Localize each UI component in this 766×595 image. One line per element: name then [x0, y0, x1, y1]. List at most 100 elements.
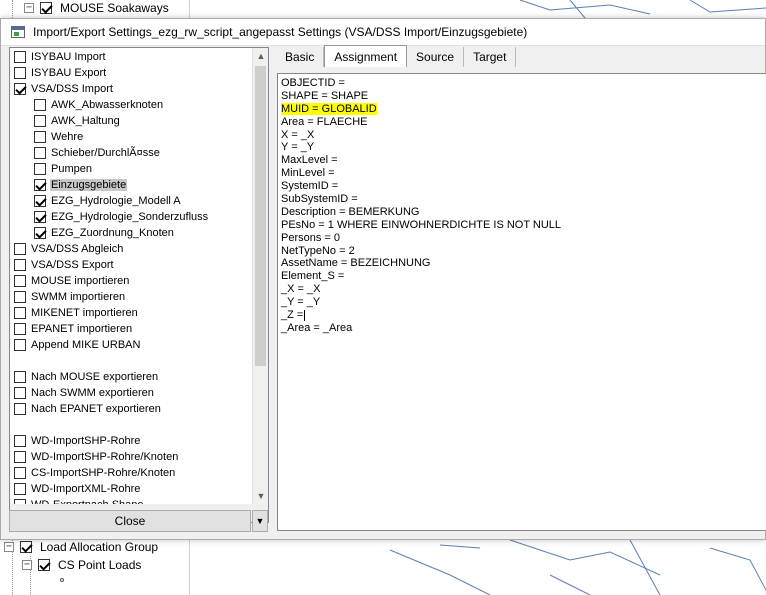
tree-item-label: Load Allocation Group: [40, 540, 159, 554]
editor-line: AssetName = BEZEICHNUNG: [281, 257, 763, 270]
list-item[interactable]: EZG_Hydrologie_Sonderzufluss: [34, 209, 209, 225]
list-item-checkbox[interactable]: [34, 227, 46, 239]
collapse-icon[interactable]: −: [24, 3, 34, 13]
list-item[interactable]: Pumpen: [34, 161, 93, 177]
list-item[interactable]: MOUSE importieren: [14, 273, 130, 289]
scroll-up-arrow-icon[interactable]: ▲: [253, 48, 268, 64]
list-item[interactable]: Nach EPANET exportieren: [14, 401, 162, 417]
list-item[interactable]: SWMM importieren: [14, 289, 126, 305]
list-item-checkbox[interactable]: [34, 115, 46, 127]
list-item[interactable]: WD-ImportSHP-Rohre/Knoten: [14, 449, 179, 465]
load-allocation-checkbox[interactable]: [20, 541, 32, 553]
editor-line-text: OBJECTID =: [281, 77, 345, 89]
list-item-label: EPANET importieren: [31, 323, 133, 335]
list-item[interactable]: VSA/DSS Export: [14, 257, 115, 273]
scrollbar-thumb[interactable]: [255, 66, 266, 366]
list-item-checkbox[interactable]: [14, 307, 26, 319]
list-item-checkbox[interactable]: [34, 147, 46, 159]
list-item-checkbox[interactable]: [14, 371, 26, 383]
list-item-checkbox[interactable]: [14, 435, 26, 447]
settings-list-items: ISYBAU Import ISYBAU Export VSA/DSS Import…: [10, 48, 254, 504]
list-item-checkbox[interactable]: [14, 51, 26, 63]
list-item[interactable]: ISYBAU Export: [14, 65, 107, 81]
scroll-down-arrow-icon[interactable]: ▼: [253, 488, 268, 504]
list-item-checkbox[interactable]: [14, 403, 26, 415]
tree-item-label: CS Point Loads: [58, 558, 142, 572]
list-item[interactable]: Append MIKE URBAN: [14, 337, 141, 353]
list-item[interactable]: Einzugsgebiete: [34, 177, 128, 193]
list-item[interactable]: EZG_Zuordnung_Knoten: [34, 225, 175, 241]
list-item-checkbox[interactable]: [14, 259, 26, 271]
list-item[interactable]: VSA/DSS Abgleich: [14, 241, 124, 257]
list-item-checkbox[interactable]: [34, 131, 46, 143]
list-item-checkbox[interactable]: [14, 243, 26, 255]
list-item-checkbox[interactable]: [14, 83, 26, 95]
tree-item-load-allocation-group[interactable]: − Load Allocation Group: [4, 539, 158, 555]
list-item[interactable]: VSA/DSS Import: [14, 81, 114, 97]
list-item[interactable]: AWK_Abwasserknoten: [34, 97, 164, 113]
list-item-checkbox[interactable]: [14, 467, 26, 479]
tree-item-cs-point-loads[interactable]: − CS Point Loads: [22, 557, 141, 573]
editor-line: MaxLevel =: [281, 154, 763, 167]
editor-line-text: MaxLevel =: [281, 154, 338, 167]
editor-line: Description = BEMERKUNG: [281, 206, 763, 219]
list-item[interactable]: EPANET importieren: [14, 321, 133, 337]
list-item-checkbox[interactable]: [34, 195, 46, 207]
list-item-checkbox[interactable]: [14, 275, 26, 287]
collapse-icon[interactable]: −: [22, 560, 32, 570]
close-button[interactable]: Close: [9, 510, 251, 532]
editor-line-text: Element_S =: [281, 270, 345, 283]
list-item-checkbox[interactable]: [14, 291, 26, 303]
list-item[interactable]: CS-ImportSHP-Rohre/Knoten: [14, 465, 176, 481]
editor-line-text: _X = _X: [281, 283, 321, 296]
list-item-checkbox[interactable]: [14, 339, 26, 351]
editor-line: _Y = _Y: [281, 296, 763, 309]
editor-line: MUID = GLOBALID: [281, 102, 763, 116]
tab-source[interactable]: Source: [407, 47, 465, 67]
editor-line-text: SHAPE = SHAPE: [281, 89, 369, 102]
collapse-icon[interactable]: −: [4, 542, 14, 552]
list-item-checkbox[interactable]: [34, 99, 46, 111]
tree-item-mouse-soakaways[interactable]: − MOUSE Soakaways: [24, 0, 169, 16]
list-item-label: Nach MOUSE exportieren: [31, 371, 159, 383]
cs-point-loads-checkbox[interactable]: [38, 559, 50, 571]
tab-assignment[interactable]: Assignment: [324, 45, 408, 67]
list-item-label: MIKENET importieren: [31, 307, 138, 319]
list-item-checkbox[interactable]: [14, 387, 26, 399]
tab-basic[interactable]: Basic: [276, 47, 325, 67]
list-item-checkbox[interactable]: [14, 483, 26, 495]
list-item[interactable]: WD-ImportXML-Rohre: [14, 481, 141, 497]
list-item[interactable]: WD-ImportSHP-Rohre: [14, 433, 141, 449]
editor-line-text: PEsNo = 1 WHERE EINWOHNERDICHTE IS NOT N…: [281, 218, 562, 231]
list-item-checkbox[interactable]: [34, 211, 46, 223]
tab-target[interactable]: Target: [464, 47, 517, 67]
editor-line-text: MUID = GLOBALID: [281, 102, 377, 115]
list-item[interactable]: Schieber/DurchlÃ¤sse: [34, 145, 161, 161]
app-window-icon: [11, 26, 25, 38]
list-item-checkbox[interactable]: [14, 323, 26, 335]
dialog-titlebar[interactable]: Import/Export Settings_ezg_rw_script_ang…: [1, 19, 765, 46]
settings-list[interactable]: ISYBAU Import ISYBAU Export VSA/DSS Import…: [9, 47, 269, 523]
close-dropdown-chevron-icon[interactable]: ▼: [252, 510, 268, 532]
list-item-checkbox[interactable]: [14, 67, 26, 79]
editor-line-text: _Area = _Area: [281, 321, 353, 334]
list-item[interactable]: Nach SWMM exportieren: [14, 385, 155, 401]
list-vertical-scrollbar[interactable]: ▲ ▼: [252, 48, 268, 504]
list-item[interactable]: AWK_Haltung: [34, 113, 121, 129]
editor-line: Area = FLAECHE: [281, 116, 763, 129]
list-item-checkbox[interactable]: [34, 179, 46, 191]
list-item-checkbox[interactable]: [14, 451, 26, 463]
list-item[interactable]: MIKENET importieren: [14, 305, 139, 321]
editor-line: SubSystemID =: [281, 193, 763, 206]
list-item[interactable]: Wehre: [34, 129, 84, 145]
editor-line-text: MinLevel =: [281, 167, 335, 180]
list-item-checkbox[interactable]: [34, 163, 46, 175]
list-item[interactable]: WD-Exportnach Shape: [14, 497, 145, 504]
list-item[interactable]: ISYBAU Import: [14, 49, 107, 65]
tree-connector: [12, 0, 13, 18]
mouse-soakaways-checkbox[interactable]: [40, 2, 52, 14]
list-item[interactable]: EZG_Hydrologie_Modell A: [34, 193, 182, 209]
list-item[interactable]: Nach MOUSE exportieren: [14, 369, 159, 385]
assignment-editor[interactable]: OBJECTID = SHAPE = SHAPE MUID = GLOBALID Ar…: [277, 73, 766, 531]
editor-line: _Z =: [281, 309, 763, 322]
